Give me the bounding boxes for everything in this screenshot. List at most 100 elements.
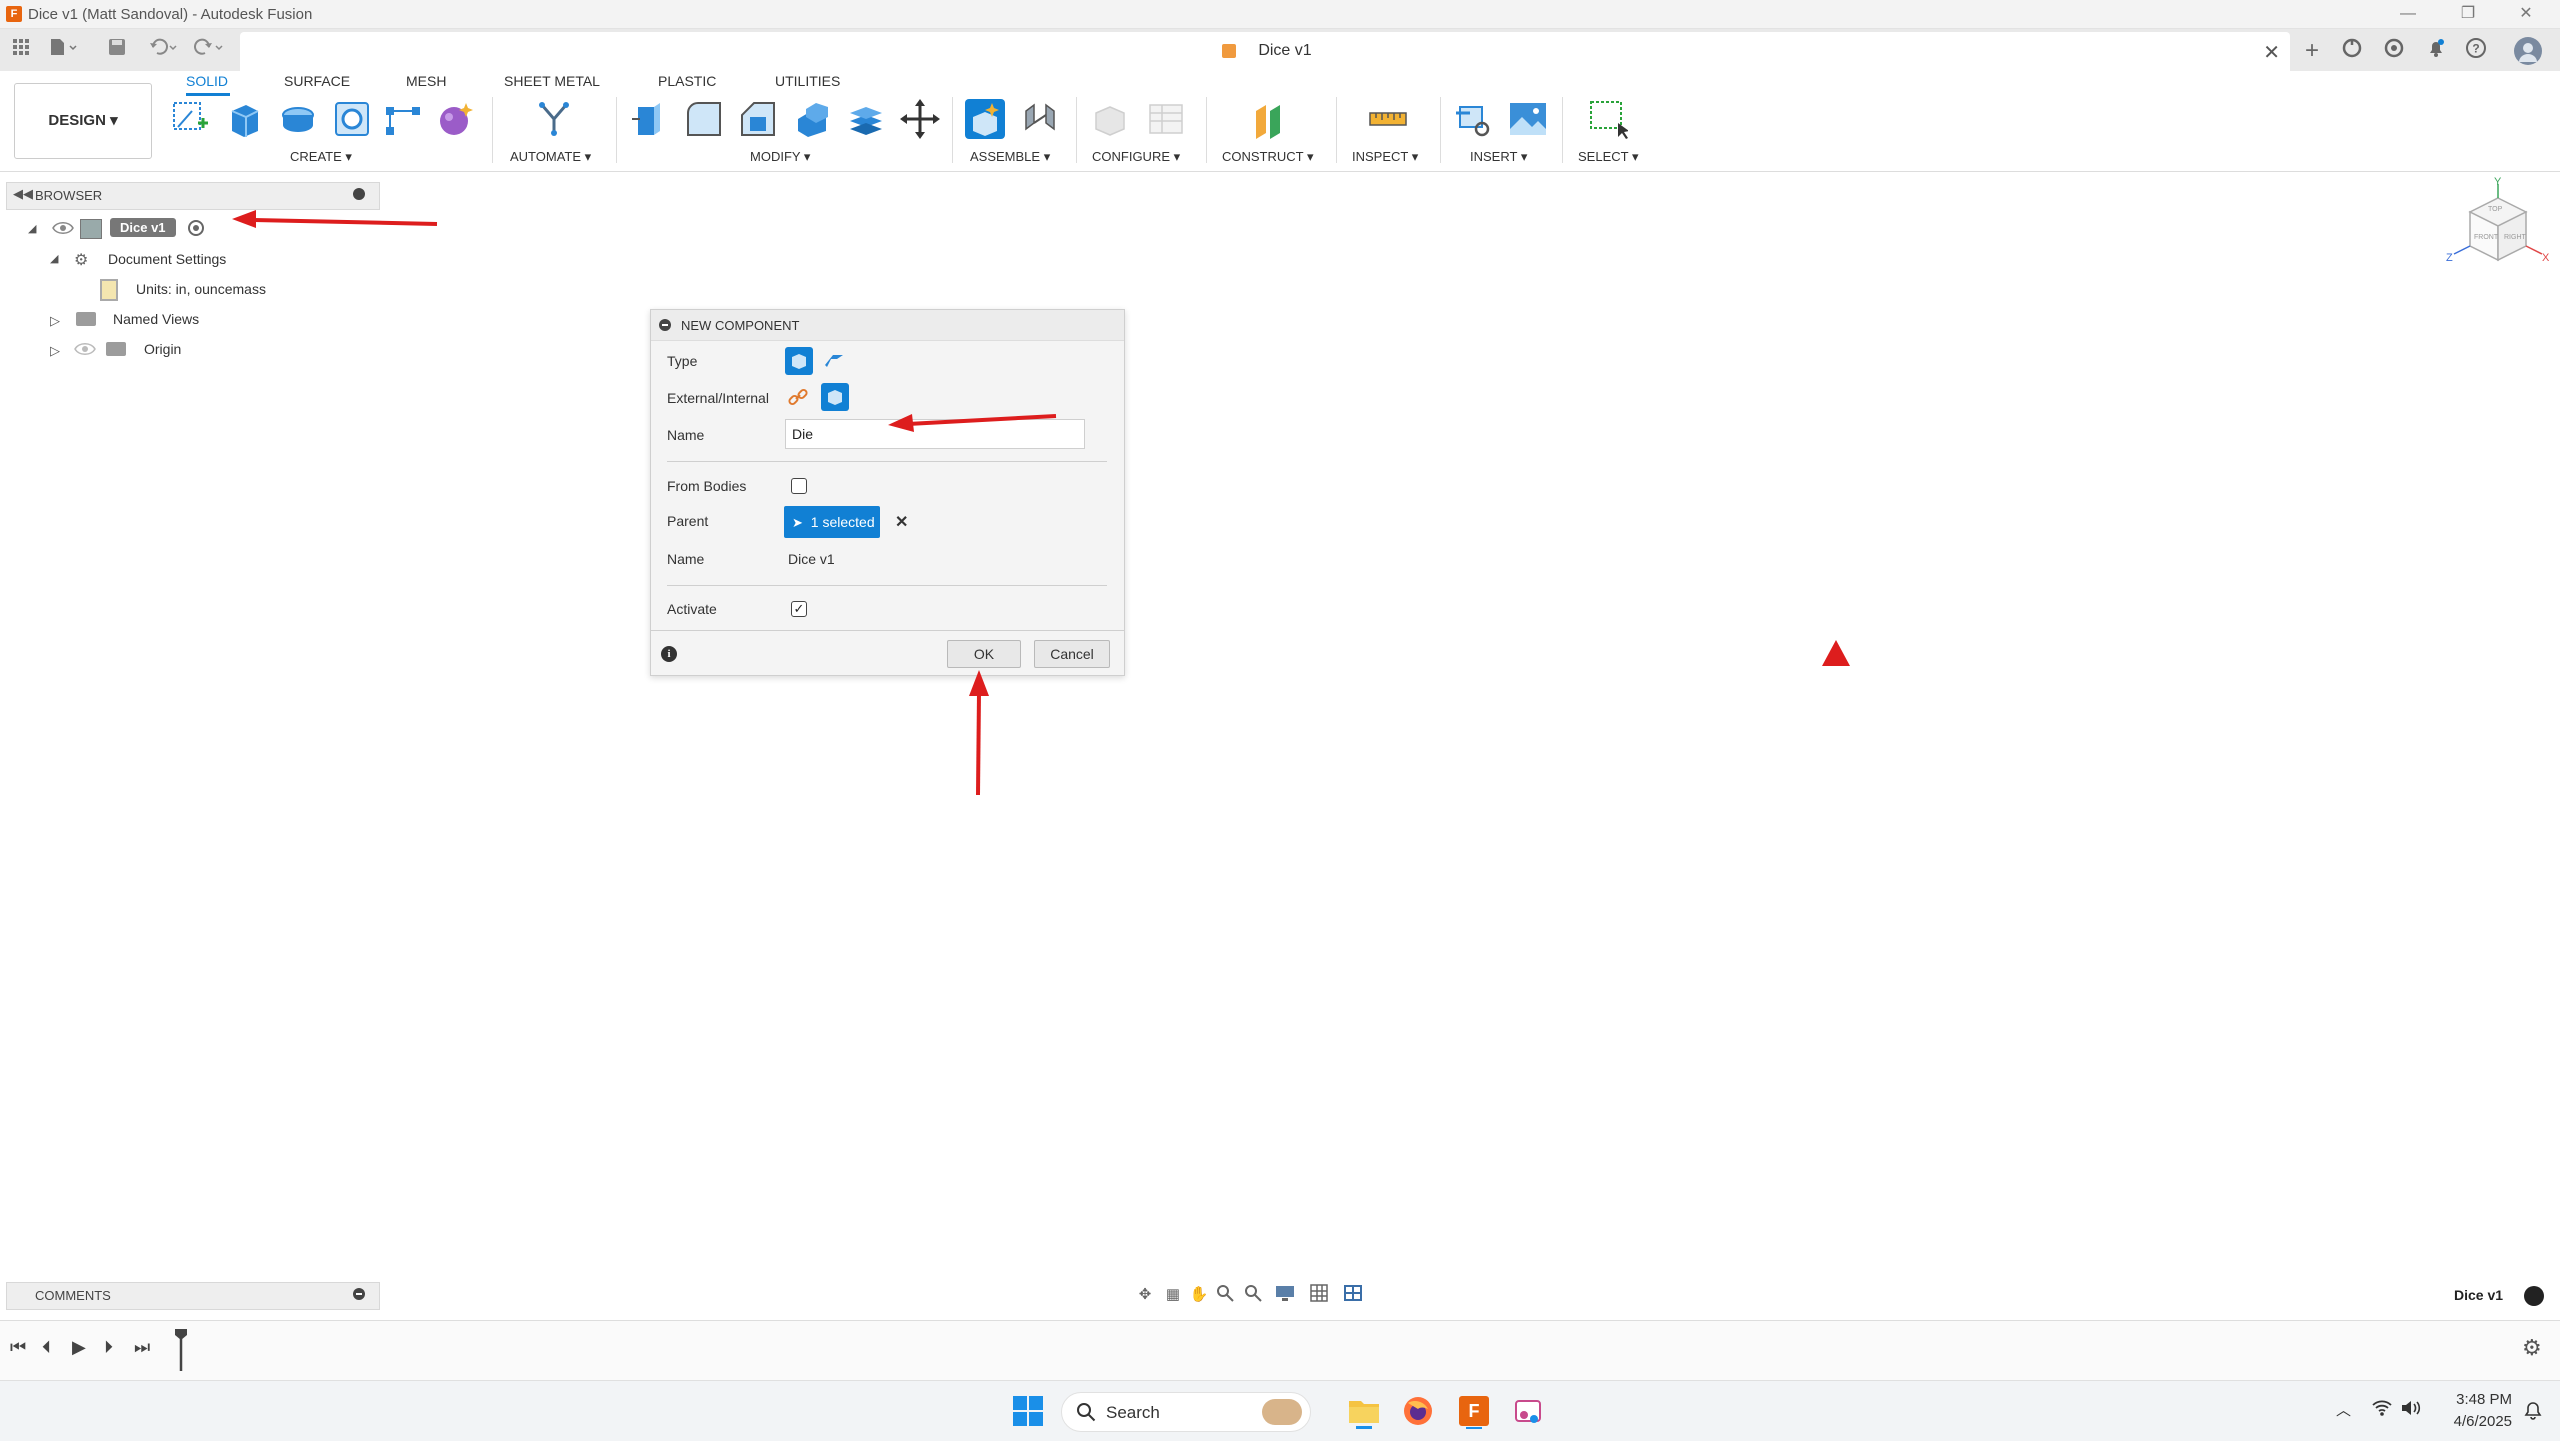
comments-panel-header[interactable]: COMMENTS xyxy=(6,1282,380,1310)
file-menu-icon[interactable] xyxy=(48,37,77,63)
minimize-button[interactable]: — xyxy=(2390,2,2426,26)
document-settings-item[interactable]: Document Settings xyxy=(108,251,226,267)
origin-item[interactable]: Origin xyxy=(144,341,181,357)
expand-triangle-icon[interactable]: ◢ xyxy=(28,222,36,235)
timeline-last-icon[interactable]: ⏭ xyxy=(134,1337,150,1358)
tab-solid[interactable]: SOLID xyxy=(186,73,228,89)
user-avatar[interactable] xyxy=(2514,37,2542,65)
measure-icon[interactable] xyxy=(1368,99,1408,139)
taskbar-search-box[interactable]: Search xyxy=(1061,1392,1311,1432)
tray-overflow-chevron-icon[interactable]: ︿ xyxy=(2336,1399,2351,1420)
type-component-button[interactable] xyxy=(785,347,813,375)
timeline-play-icon[interactable]: ▶ xyxy=(72,1337,86,1358)
tab-utilities[interactable]: UTILITIES xyxy=(775,73,840,89)
display-settings-icon[interactable] xyxy=(1274,1284,1296,1306)
timeline-prev-icon[interactable]: ⏴ xyxy=(42,1337,51,1358)
chamfer-icon[interactable] xyxy=(738,99,778,139)
construct-group-label[interactable]: CONSTRUCT ▾ xyxy=(1222,149,1314,165)
fillet-icon[interactable] xyxy=(684,99,724,139)
units-item[interactable]: Units: in, ouncemass xyxy=(136,281,266,297)
timeline-settings-gear-icon[interactable]: ⚙ xyxy=(2522,1335,2542,1361)
external-link-icon[interactable] xyxy=(787,386,809,413)
panel-pin-icon[interactable] xyxy=(353,188,365,200)
revolve-icon[interactable] xyxy=(278,99,318,139)
firefox-icon[interactable] xyxy=(1400,1393,1436,1429)
help-icon[interactable]: ? xyxy=(2462,37,2490,65)
new-component-icon[interactable] xyxy=(965,99,1005,139)
new-tab-icon[interactable]: + xyxy=(2298,37,2326,65)
activate-checkbox[interactable]: ✓ xyxy=(791,601,807,617)
notifications-bell-icon[interactable] xyxy=(2422,37,2450,65)
offset-plane-icon[interactable] xyxy=(1250,99,1290,139)
grid-settings-icon[interactable] xyxy=(1308,1284,1330,1306)
add-comment-icon[interactable] xyxy=(353,1288,365,1300)
extrude-box-icon[interactable] xyxy=(224,99,264,139)
timeline-marker[interactable] xyxy=(174,1329,187,1371)
tab-plastic[interactable]: PLASTIC xyxy=(658,73,716,89)
configure-icon[interactable] xyxy=(1090,99,1130,139)
pan-hand-icon[interactable]: ✋ xyxy=(1188,1284,1210,1306)
inspect-group-label[interactable]: INSPECT ▾ xyxy=(1352,149,1418,165)
view-cube[interactable]: Y X Z TOP FRONT RIGHT xyxy=(2446,176,2550,290)
combine-icon[interactable] xyxy=(846,99,886,139)
clear-selection-icon[interactable]: ✕ xyxy=(895,512,908,532)
collapse-panel-icon[interactable]: ◀◀ xyxy=(13,186,33,202)
orbit-icon[interactable]: ✥ xyxy=(1134,1284,1156,1306)
modify-group-label[interactable]: MODIFY ▾ xyxy=(750,149,810,165)
configuration-table-icon[interactable] xyxy=(1146,99,1186,139)
job-status-icon[interactable] xyxy=(2380,37,2408,65)
taskbar-clock-date[interactable]: 4/6/2025 xyxy=(2438,1413,2512,1430)
wifi-icon[interactable] xyxy=(2372,1399,2392,1421)
pattern-icon[interactable] xyxy=(384,99,424,139)
root-component-label[interactable]: Dice v1 xyxy=(110,218,176,237)
close-tab-icon[interactable]: ✕ xyxy=(2263,40,2280,65)
insert-canvas-icon[interactable] xyxy=(1508,99,1548,139)
insert-group-label[interactable]: INSERT ▾ xyxy=(1470,149,1527,165)
redo-icon[interactable] xyxy=(194,37,223,63)
automate-icon[interactable] xyxy=(534,99,574,139)
info-icon[interactable]: i xyxy=(661,646,677,662)
create-form-icon[interactable] xyxy=(436,99,476,139)
cancel-button[interactable]: Cancel xyxy=(1034,640,1110,668)
document-tab[interactable]: Dice v1 ✕ xyxy=(240,32,2290,71)
sync-icon[interactable] xyxy=(2338,37,2366,65)
close-window-button[interactable]: ✕ xyxy=(2508,2,2544,26)
browser-panel-header[interactable]: ◀◀ BROWSER xyxy=(6,182,380,210)
look-at-icon[interactable]: ▦ xyxy=(1162,1284,1184,1306)
collapsed-triangle-icon[interactable]: ▷ xyxy=(50,313,60,329)
ok-button[interactable]: OK xyxy=(947,640,1021,668)
undo-icon[interactable] xyxy=(148,37,177,63)
tab-sheet-metal[interactable]: SHEET METAL xyxy=(504,73,600,89)
from-bodies-checkbox[interactable] xyxy=(791,478,807,494)
snipping-tool-icon[interactable] xyxy=(1510,1393,1546,1429)
data-panel-toggle-icon[interactable] xyxy=(2524,1286,2544,1306)
file-explorer-icon[interactable] xyxy=(1346,1393,1382,1429)
expand-triangle-icon[interactable]: ◢ xyxy=(50,252,58,265)
notification-center-icon[interactable] xyxy=(2522,1399,2544,1425)
joint-icon[interactable] xyxy=(1020,99,1060,139)
named-views-item[interactable]: Named Views xyxy=(113,311,199,327)
tab-surface[interactable]: SURFACE xyxy=(284,73,350,89)
select-window-icon[interactable] xyxy=(1588,99,1629,139)
assemble-group-label[interactable]: ASSEMBLE ▾ xyxy=(970,149,1050,165)
timeline-first-icon[interactable]: ⏮ xyxy=(10,1337,26,1358)
hidden-eye-icon[interactable] xyxy=(74,341,96,362)
press-pull-icon[interactable] xyxy=(630,99,670,139)
configure-group-label[interactable]: CONFIGURE ▾ xyxy=(1092,149,1180,165)
automate-group-label[interactable]: AUTOMATE ▾ xyxy=(510,149,591,165)
workspace-switcher-button[interactable]: DESIGN ▾ xyxy=(14,83,152,159)
fusion-taskbar-icon[interactable]: F xyxy=(1456,1393,1492,1429)
type-sheet-metal-icon[interactable] xyxy=(823,351,845,376)
tab-mesh[interactable]: MESH xyxy=(406,73,446,89)
shell-icon[interactable] xyxy=(792,99,832,139)
create-group-label[interactable]: CREATE ▾ xyxy=(290,149,352,165)
insert-derive-icon[interactable] xyxy=(1454,99,1494,139)
speaker-volume-icon[interactable] xyxy=(2400,1399,2422,1421)
zoom-icon[interactable] xyxy=(1214,1284,1236,1306)
collapsed-triangle-icon[interactable]: ▷ xyxy=(50,343,60,359)
restore-button[interactable]: ❐ xyxy=(2450,2,2486,26)
move-copy-icon[interactable] xyxy=(900,99,940,139)
viewports-icon[interactable] xyxy=(1342,1284,1364,1306)
hole-icon[interactable] xyxy=(332,99,372,139)
windows-start-icon[interactable] xyxy=(1012,1395,1044,1432)
